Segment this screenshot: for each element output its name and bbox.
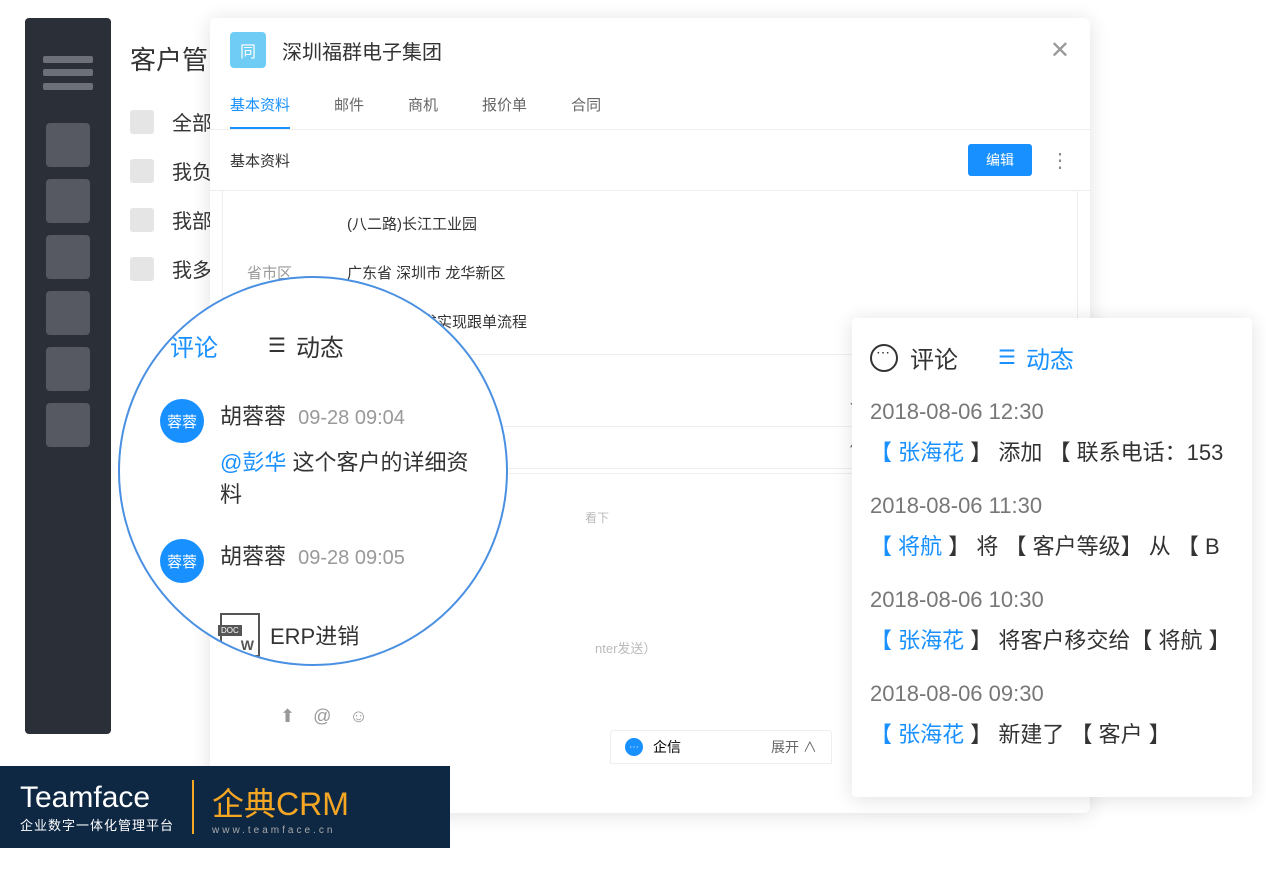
- input-toolbar: ⬆ @ ☺: [280, 706, 368, 727]
- more-icon[interactable]: ⋮: [1050, 148, 1070, 173]
- activity-item: 2018-08-06 12:30 【 张海花 】 添加 【 联系电话：153: [870, 399, 1234, 467]
- comment-author: 胡蓉蓉: [220, 404, 286, 429]
- teamface-logo: Teamface 企业数字一体化管理平台: [20, 781, 174, 834]
- tab-mail[interactable]: 邮件: [334, 82, 364, 129]
- nav-item-4[interactable]: [46, 291, 90, 335]
- activity-text: 】 新建了 【 客户 】: [970, 722, 1170, 747]
- comment-item: 蓉蓉 胡蓉蓉 09-28 09:05: [160, 539, 476, 583]
- list-title: 客户管: [130, 40, 212, 77]
- comment-item: 蓉蓉 胡蓉蓉 09-28 09:04 @彭华 这个客户的详细资料: [160, 399, 476, 509]
- qixin-label: 企信: [653, 737, 681, 757]
- footer-logo-bar: Teamface 企业数字一体化管理平台 企典CRM www.teamface.…: [0, 766, 450, 848]
- emoji-icon[interactable]: ☺: [349, 706, 367, 727]
- activity-tab-active[interactable]: ☰动态: [998, 340, 1074, 375]
- comment-zoom-callout: 评论 ☰动态 蓉蓉 胡蓉蓉 09-28 09:04 @彭华 这个客户的详细资料 …: [118, 276, 508, 666]
- checkbox-icon[interactable]: [130, 257, 154, 281]
- left-sidebar: [25, 18, 111, 734]
- list-filter-all[interactable]: 全部: [130, 107, 212, 136]
- activity-user: 【 张海花: [870, 440, 970, 465]
- region-value: 广东省 深圳市 龙华新区: [347, 262, 505, 283]
- divider: [192, 780, 194, 834]
- checkbox-icon[interactable]: [130, 110, 154, 134]
- crm-logo: 企典CRM www.teamface.cn: [212, 779, 349, 836]
- activity-tab-comment[interactable]: 评论: [870, 340, 958, 375]
- activity-tabs: 评论 ☰动态: [870, 340, 1234, 375]
- upload-icon[interactable]: ⬆: [280, 706, 295, 727]
- checkbox-icon[interactable]: [130, 159, 154, 183]
- list-filter-dept[interactable]: 我部: [130, 205, 212, 234]
- activity-time: 2018-08-06 12:30: [870, 399, 1234, 425]
- enter-hint: nter发送）: [595, 638, 656, 657]
- activity-time: 2018-08-06 09:30: [870, 681, 1234, 707]
- activity-text: 】 将 【 客户等级】 从 【 B: [948, 534, 1219, 559]
- activity-user: 【 张海花: [870, 722, 970, 747]
- activity-user: 【 张海花: [870, 628, 970, 653]
- section-label: 基本资料: [230, 150, 968, 171]
- activity-item: 2018-08-06 10:30 【 张海花 】 将客户移交给【 将航 】: [870, 587, 1234, 655]
- activity-user: 【 将航: [870, 534, 948, 559]
- nav-item-3[interactable]: [46, 235, 90, 279]
- chat-icon[interactable]: ⋯: [625, 738, 643, 756]
- tab-basic[interactable]: 基本资料: [230, 82, 290, 129]
- checkbox-icon[interactable]: [130, 208, 154, 232]
- avatar: 蓉蓉: [160, 539, 204, 583]
- list-icon: ☰: [998, 345, 1016, 370]
- look-hint: 看下: [585, 509, 609, 526]
- list-filter-more[interactable]: 我多: [130, 254, 212, 283]
- company-title: 深圳福群电子集团: [282, 36, 1050, 65]
- activity-item: 2018-08-06 09:30 【 张海花 】 新建了 【 客户 】: [870, 681, 1234, 749]
- activity-panel: 评论 ☰动态 2018-08-06 12:30 【 张海花 】 添加 【 联系电…: [852, 318, 1252, 797]
- doc-name: ERP进销: [270, 619, 359, 651]
- doc-icon: [220, 613, 260, 657]
- customer-list-column: 客户管 全部 我负 我部 我多: [130, 40, 212, 303]
- activity-text: 】 将客户移交给【 将航 】: [970, 628, 1230, 653]
- modal-header: 同 深圳福群电子集团 ✕: [210, 18, 1090, 82]
- mention-icon[interactable]: @: [313, 706, 331, 727]
- comment-time: 09-28 09:05: [298, 547, 405, 569]
- addr1-label: [247, 213, 347, 234]
- bubble-icon: [870, 344, 898, 372]
- list-filter-mine[interactable]: 我负: [130, 156, 212, 185]
- mention[interactable]: @彭华: [220, 450, 286, 475]
- tab-contract[interactable]: 合同: [571, 82, 601, 129]
- expand-button[interactable]: 展开 ∧: [771, 737, 817, 757]
- addr1-value: (八二路)长江工业园: [347, 213, 477, 234]
- nav-item-5[interactable]: [46, 347, 90, 391]
- edit-button[interactable]: 编辑: [968, 144, 1032, 176]
- company-logo-icon: 同: [230, 32, 266, 68]
- section-bar: 基本资料 编辑 ⋮: [210, 130, 1090, 191]
- bottom-bar: ⋯ 企信 展开 ∧: [610, 730, 832, 764]
- activity-item: 2018-08-06 11:30 【 将航 】 将 【 客户等级】 从 【 B: [870, 493, 1234, 561]
- list-icon: ☰: [268, 333, 286, 358]
- nav-item-1[interactable]: [46, 123, 90, 167]
- nav-item-2[interactable]: [46, 179, 90, 223]
- comment-author: 胡蓉蓉: [220, 544, 286, 569]
- hamburger-icon[interactable]: [43, 53, 93, 93]
- zoom-tab-activity[interactable]: ☰动态: [268, 328, 344, 363]
- close-icon[interactable]: ✕: [1050, 36, 1070, 65]
- zoom-tabs: 评论 ☰动态: [170, 328, 476, 363]
- tab-quote[interactable]: 报价单: [482, 82, 527, 129]
- nav-item-6[interactable]: [46, 403, 90, 447]
- avatar: 蓉蓉: [160, 399, 204, 443]
- tab-opportunity[interactable]: 商机: [408, 82, 438, 129]
- comment-time: 09-28 09:04: [298, 407, 405, 429]
- zoom-tab-comment[interactable]: 评论: [170, 328, 218, 363]
- detail-tabs: 基本资料 邮件 商机 报价单 合同: [210, 82, 1090, 130]
- activity-time: 2018-08-06 10:30: [870, 587, 1234, 613]
- activity-text: 】 添加 【 联系电话：153: [970, 440, 1223, 465]
- activity-time: 2018-08-06 11:30: [870, 493, 1234, 519]
